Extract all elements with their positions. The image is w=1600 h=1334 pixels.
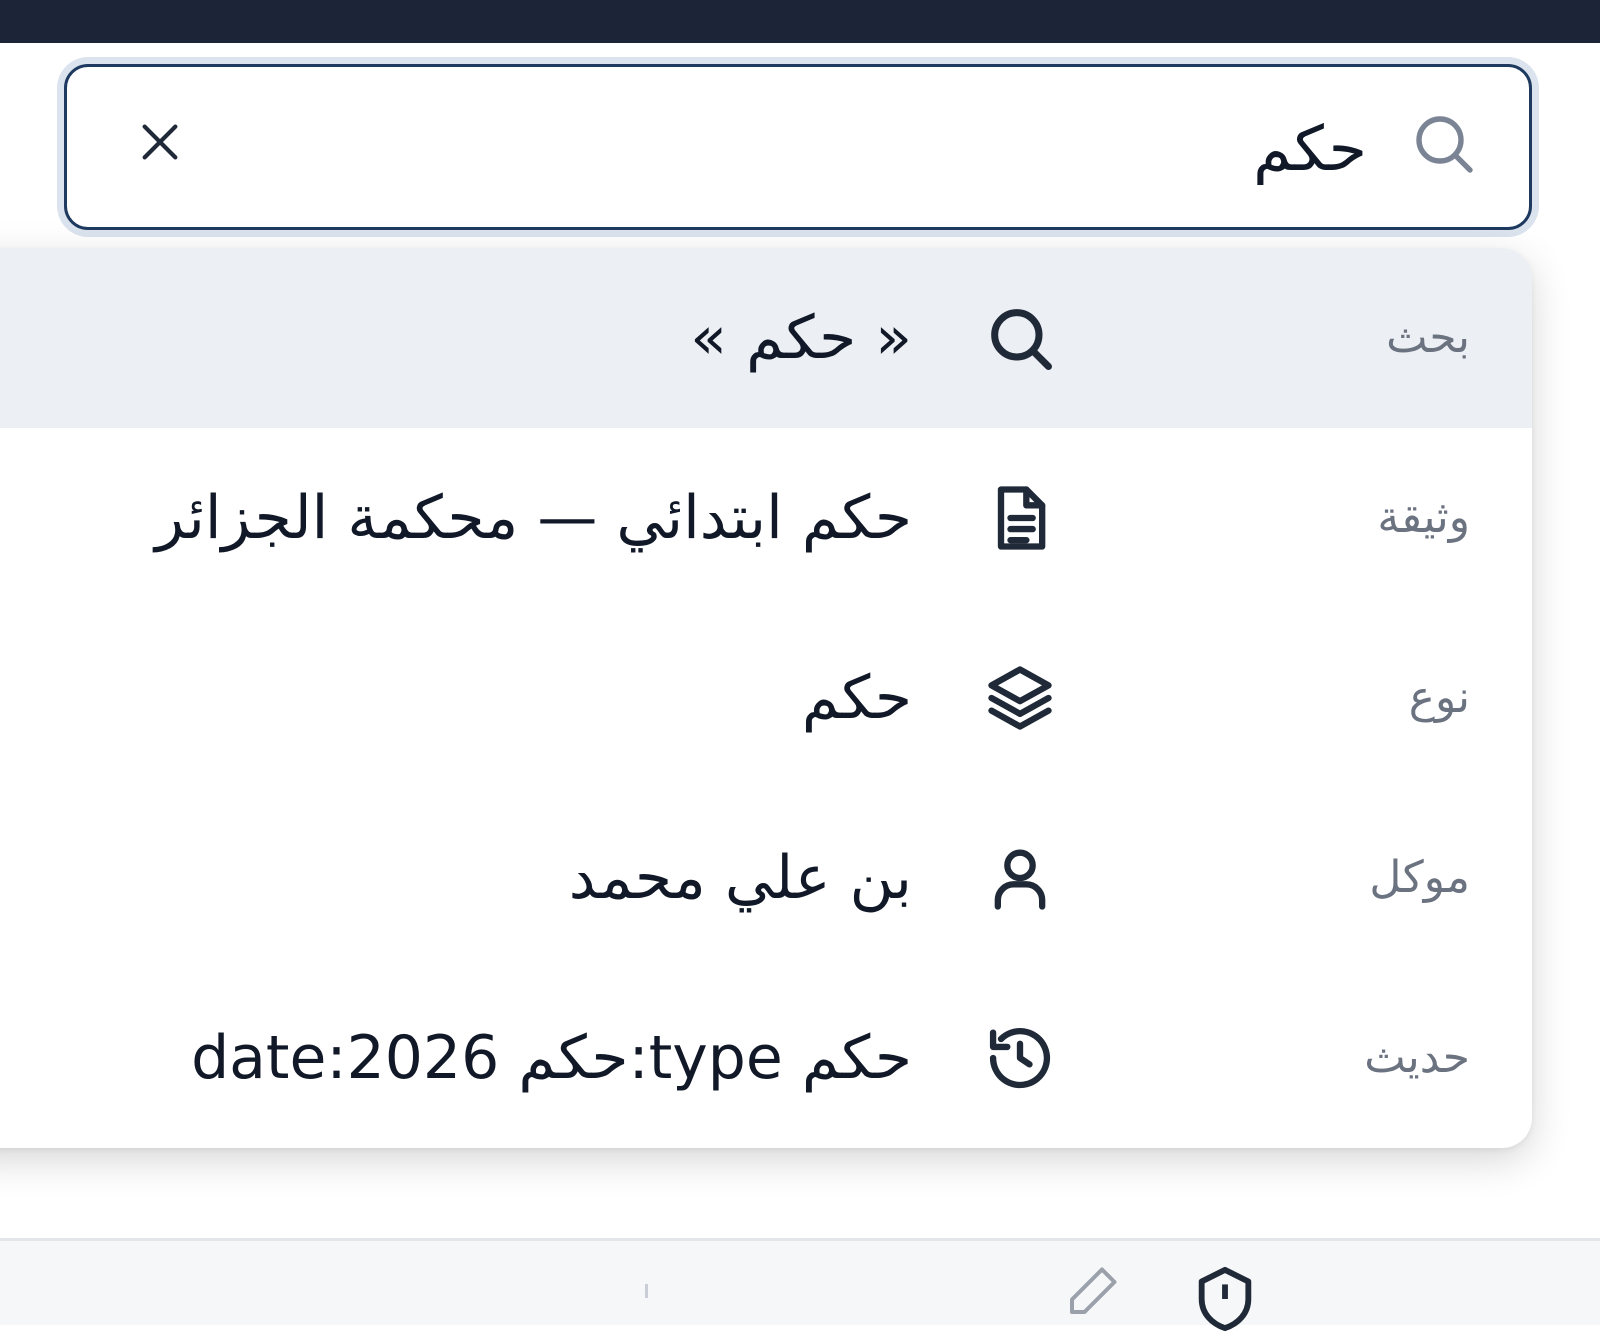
suggestion-row-recent[interactable]: حديث حكم type:حكم date:2026 <box>0 968 1532 1148</box>
divider-tick <box>645 1284 648 1298</box>
search-input[interactable] <box>265 97 1369 199</box>
suggestion-text: « حكم » <box>690 303 912 373</box>
search-box[interactable] <box>64 64 1532 230</box>
suggestion-kind-label: بحث <box>1386 312 1470 363</box>
suggestions-dropdown: بحث « حكم » وثيقة حكم ابتدائي — محكمة ال… <box>0 248 1532 1148</box>
suggestion-text: حكم ابتدائي — محكمة الجزائر <box>155 483 912 553</box>
suggestion-row-document[interactable]: وثيقة حكم ابتدائي — محكمة الجزائر <box>0 428 1532 608</box>
suggestion-kind-label: نوع <box>1408 672 1470 723</box>
suggestion-text: حكم <box>801 663 912 733</box>
suggestion-row-type[interactable]: نوع حكم <box>0 608 1532 788</box>
suggestion-row-client[interactable]: موكل بن علي محمد <box>0 788 1532 968</box>
shield-icon[interactable] <box>1190 1264 1260 1334</box>
suggestion-text: حكم type:حكم date:2026 <box>191 1023 912 1093</box>
document-icon <box>997 486 1046 550</box>
suggestion-kind-label: وثيقة <box>1377 492 1470 543</box>
suggestion-row-search[interactable]: بحث « حكم » <box>0 248 1532 428</box>
suggestion-text: بن علي محمد <box>568 843 912 913</box>
close-icon[interactable] <box>137 119 183 165</box>
layers-icon <box>988 666 1052 730</box>
search-icon <box>1416 116 1473 173</box>
history-icon <box>989 1027 1051 1089</box>
user-icon <box>994 849 1046 910</box>
suggestion-kind-label: حديث <box>1364 1032 1470 1083</box>
suggestion-kind-label: موكل <box>1369 852 1470 903</box>
search-icon <box>991 309 1052 370</box>
bottom-toolbar <box>0 1241 1600 1325</box>
top-app-bar <box>0 0 1600 43</box>
pencil-icon[interactable] <box>1062 1262 1122 1322</box>
